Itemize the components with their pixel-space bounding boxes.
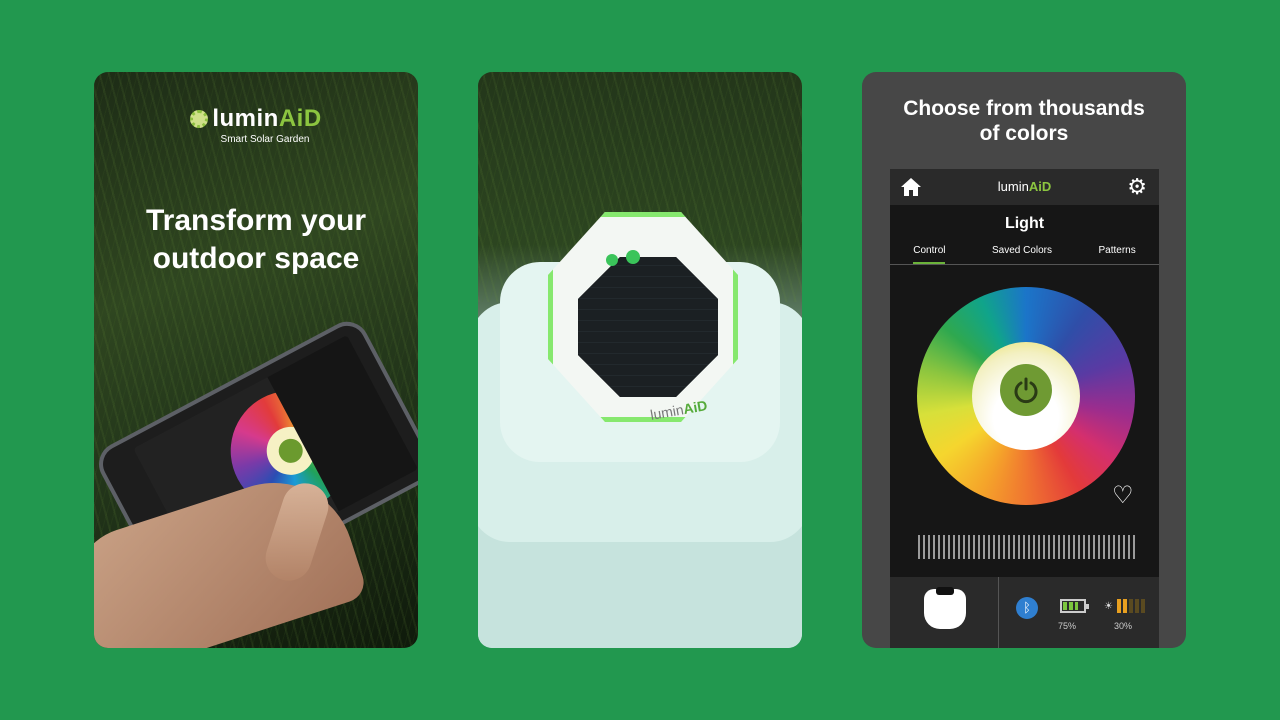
- light-bar: [1116, 599, 1121, 613]
- app-logo: luminAiD: [997, 179, 1052, 194]
- promo-card-transform: luminAiD Smart Solar Garden Transform yo…: [94, 72, 418, 648]
- sun-icon: ☀: [1104, 600, 1113, 612]
- color-wheel[interactable]: [917, 287, 1135, 505]
- light-bar: [1128, 599, 1133, 613]
- light-level-label: 30%: [1114, 621, 1133, 631]
- app-header: luminAiD ⚙: [890, 169, 1159, 205]
- battery-fill: [1063, 602, 1078, 610]
- battery-icon: [1060, 599, 1089, 613]
- app-screenshot: luminAiD ⚙ Light Control Saved Colors Pa…: [890, 169, 1159, 648]
- lamp-device-icon[interactable]: [924, 587, 966, 629]
- headline: Transform your outdoor space: [94, 202, 418, 278]
- heart-icon[interactable]: ♡: [1112, 481, 1134, 510]
- status-bar: ᛒ 75% ☀ 30%: [890, 577, 1159, 648]
- bluetooth-icon[interactable]: ᛒ: [1016, 597, 1038, 619]
- brand-subtitle: Smart Solar Garden: [220, 134, 310, 145]
- brand-logo: luminAiD Smart Solar Garden: [94, 105, 418, 145]
- promo-card-colors: Choose from thousands of colors luminAiD…: [862, 72, 1186, 648]
- status-led: [606, 254, 618, 266]
- solar-sun-icon: [190, 110, 209, 128]
- light-level-icon: ☀: [1104, 599, 1145, 613]
- power-led: [626, 250, 640, 264]
- tab-patterns[interactable]: Patterns: [1098, 245, 1135, 264]
- brand-name: luminAiD: [212, 105, 322, 132]
- headline: Choose from thousands of colors: [862, 96, 1186, 146]
- tab-saved-colors[interactable]: Saved Colors: [992, 245, 1052, 264]
- light-bar: [1140, 599, 1145, 613]
- headline-line-1: Choose from thousands: [903, 97, 1145, 120]
- headline-line-2: of colors: [979, 122, 1069, 145]
- tab-bar: Control Saved Colors Patterns: [890, 245, 1159, 265]
- headline-line-1: Transform your: [145, 204, 367, 237]
- color-wheel-center: [972, 342, 1080, 450]
- gear-icon[interactable]: ⚙: [1127, 175, 1147, 199]
- tab-control[interactable]: Control: [913, 245, 946, 264]
- solar-panel: [578, 257, 718, 397]
- brightness-slider[interactable]: [918, 535, 1136, 559]
- light-bar: [1134, 599, 1139, 613]
- headline-line-2: outdoor space: [152, 242, 360, 275]
- divider: [998, 577, 999, 648]
- power-icon[interactable]: [1000, 364, 1052, 416]
- page-title: Light: [1004, 215, 1045, 232]
- battery-label: 75%: [1058, 621, 1077, 631]
- promo-card-lamp: luminAiD: [478, 72, 802, 648]
- light-bar: [1122, 599, 1127, 613]
